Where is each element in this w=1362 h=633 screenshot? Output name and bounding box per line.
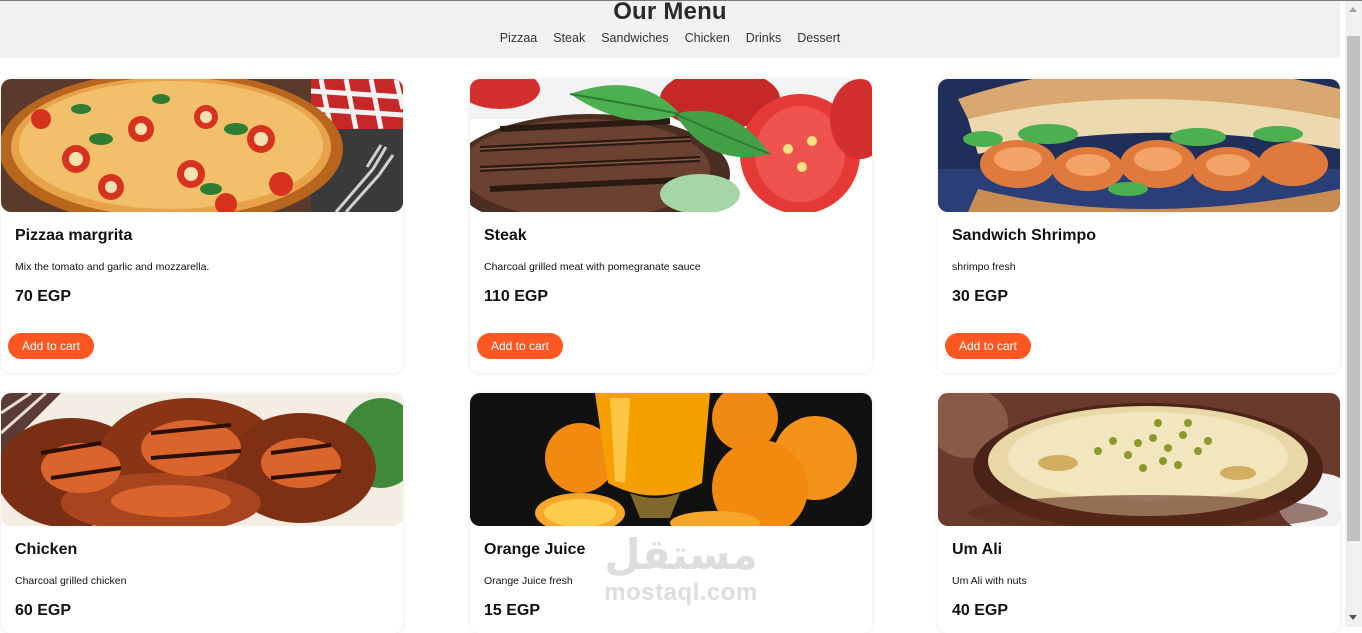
card-title: Orange Juice [484,541,586,558]
scroll-down-arrow-icon[interactable] [1349,615,1357,620]
nav-link-dessert[interactable]: Dessert [789,31,848,45]
scrollbar-thumb[interactable] [1347,36,1360,541]
category-nav: Pizzaa Steak Sandwiches Chicken Drinks D… [0,31,1340,45]
card-price: 110 EGP [484,288,549,305]
card-price: 70 EGP [15,288,72,305]
nav-link-drinks[interactable]: Drinks [738,31,789,45]
menu-header: Our Menu Pizzaa Steak Sandwiches Chicken… [0,0,1340,58]
card-description: Charcoal grilled meat with pomegranate s… [484,261,701,273]
shrimp-sandwich-image [938,79,1340,212]
card-description: Um Ali with nuts [952,575,1027,587]
add-to-cart-button[interactable]: Add to cart [8,333,94,359]
card-title: Chicken [15,541,78,558]
grilled-chicken-image [1,393,403,526]
card-title: Um Ali [952,541,1003,558]
menu-card-steak: Steak Charcoal grilled meat with pomegra… [470,79,872,373]
card-description: Charcoal grilled chicken [15,575,127,587]
nav-link-pizzaa[interactable]: Pizzaa [492,31,546,45]
menu-card-orange-juice: Orange Juice Orange Juice fresh 15 EGP [470,393,872,633]
card-title: Steak [484,227,527,244]
add-to-cart-button[interactable]: Add to cart [477,333,563,359]
add-to-cart-button[interactable]: Add to cart [945,333,1031,359]
nav-link-sandwiches[interactable]: Sandwiches [593,31,676,45]
steak-image [470,79,872,212]
card-description: Orange Juice fresh [484,575,573,587]
um-ali-image [938,393,1340,526]
nav-link-chicken[interactable]: Chicken [677,31,738,45]
card-price: 40 EGP [952,602,1009,619]
page-title: Our Menu [613,0,727,25]
menu-card-um-ali: Um Ali Um Ali with nuts 40 EGP [938,393,1340,633]
card-description: Mix the tomato and garlic and mozzarella… [15,261,210,273]
orange-juice-image [470,393,872,526]
card-title: Sandwich Shrimpo [952,227,1097,244]
card-description: shrimpo fresh [952,261,1016,273]
menu-card-chicken: Chicken Charcoal grilled chicken 60 EGP [1,393,403,633]
card-title: Pizzaa margrita [15,227,133,244]
menu-card-sandwich-shrimpo: Sandwich Shrimpo shrimpo fresh 30 EGP Ad… [938,79,1340,373]
pizza-image [1,79,403,212]
card-price: 60 EGP [15,602,72,619]
scroll-up-arrow-icon[interactable] [1349,7,1357,12]
card-price: 30 EGP [952,288,1009,305]
card-price: 15 EGP [484,602,541,619]
menu-card-pizza: Pizzaa margrita Mix the tomato and garli… [1,79,403,373]
nav-link-steak[interactable]: Steak [545,31,593,45]
vertical-scrollbar[interactable] [1345,1,1362,627]
